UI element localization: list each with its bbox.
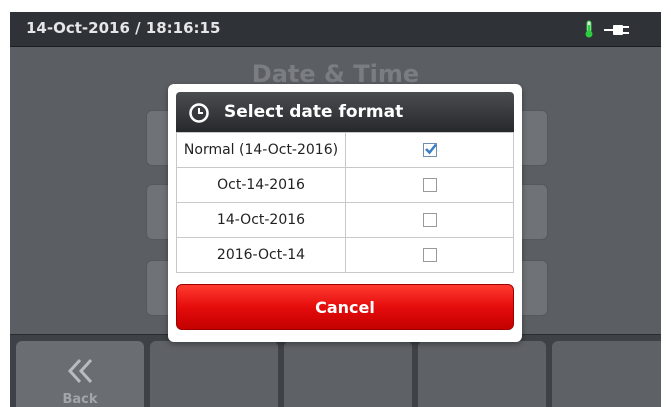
status-datetime: 14-Oct-2016 / 18:16:15: [26, 19, 221, 37]
nav-slot-empty: [284, 341, 412, 407]
cancel-button[interactable]: Cancel: [176, 284, 514, 330]
dialog-title: Select date format: [224, 102, 404, 122]
thermometer-icon: [584, 20, 594, 42]
back-button[interactable]: Back: [16, 341, 144, 407]
format-option-label: 14-Oct-2016: [176, 202, 346, 238]
format-option-row[interactable]: 14-Oct-2016: [176, 202, 514, 238]
dialog-header: Select date format: [176, 92, 514, 132]
date-format-dialog: Select date format Normal (14-Oct-2016) …: [168, 84, 522, 342]
format-option-row[interactable]: Normal (14-Oct-2016): [176, 132, 514, 168]
format-checkbox[interactable]: [422, 213, 437, 227]
nav-slot-empty: [418, 341, 546, 407]
format-option-label: Oct-14-2016: [176, 167, 346, 203]
format-checkbox-checked[interactable]: [422, 143, 437, 157]
back-label: Back: [62, 392, 98, 407]
format-checkbox[interactable]: [422, 178, 437, 192]
checkmark-icon: [424, 143, 437, 155]
nav-slot-empty: [150, 341, 278, 407]
bottom-nav-bar: Back: [10, 334, 661, 407]
double-chevron-left-icon: [66, 357, 94, 389]
format-checkbox[interactable]: [422, 248, 437, 262]
format-option-label: Normal (14-Oct-2016): [176, 132, 346, 168]
power-plug-icon: [604, 22, 634, 41]
nav-slot-empty: [552, 341, 661, 407]
format-option-row[interactable]: 2016-Oct-14: [176, 237, 514, 273]
format-option-label: 2016-Oct-14: [176, 237, 346, 273]
date-format-options: Normal (14-Oct-2016) Oct-14-2016 14-Oct-…: [176, 132, 514, 273]
clock-icon: [188, 102, 210, 128]
status-bar: 14-Oct-2016 / 18:16:15: [10, 12, 661, 47]
format-option-row[interactable]: Oct-14-2016: [176, 167, 514, 203]
